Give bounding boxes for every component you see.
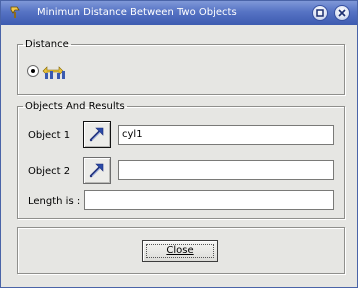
close-button[interactable]: Close — [142, 240, 218, 262]
distance-mode-radio[interactable] — [27, 65, 39, 77]
maximize-icon — [316, 9, 324, 17]
select-arrow-icon — [89, 127, 104, 142]
radio-selected-dot — [31, 69, 35, 73]
distance-legend: Distance — [25, 39, 69, 50]
dialog-window: Minimun Distance Between Two Objects Dis… — [0, 0, 358, 288]
maximize-button[interactable] — [312, 5, 328, 21]
min-distance-icon[interactable] — [42, 62, 68, 83]
title-bar[interactable]: Minimun Distance Between Two Objects — [1, 1, 357, 25]
select-arrow-icon — [89, 163, 104, 178]
window-title: Minimun Distance Between Two Objects — [37, 7, 237, 18]
object2-label: Object 2 — [28, 166, 71, 177]
tool-icon[interactable] — [8, 5, 22, 19]
object1-field[interactable]: cyl1 — [118, 125, 334, 145]
focus-ring — [146, 244, 214, 258]
objects-results-legend: Objects And Results — [25, 101, 125, 112]
close-icon — [338, 9, 346, 17]
object1-label: Object 1 — [28, 130, 71, 141]
close-window-button[interactable] — [334, 5, 350, 21]
object2-field[interactable] — [118, 160, 334, 180]
length-result-field[interactable] — [84, 190, 334, 210]
length-label: Length is : — [28, 196, 81, 207]
select-object1-button[interactable] — [83, 121, 111, 148]
select-object2-button[interactable] — [83, 157, 111, 184]
